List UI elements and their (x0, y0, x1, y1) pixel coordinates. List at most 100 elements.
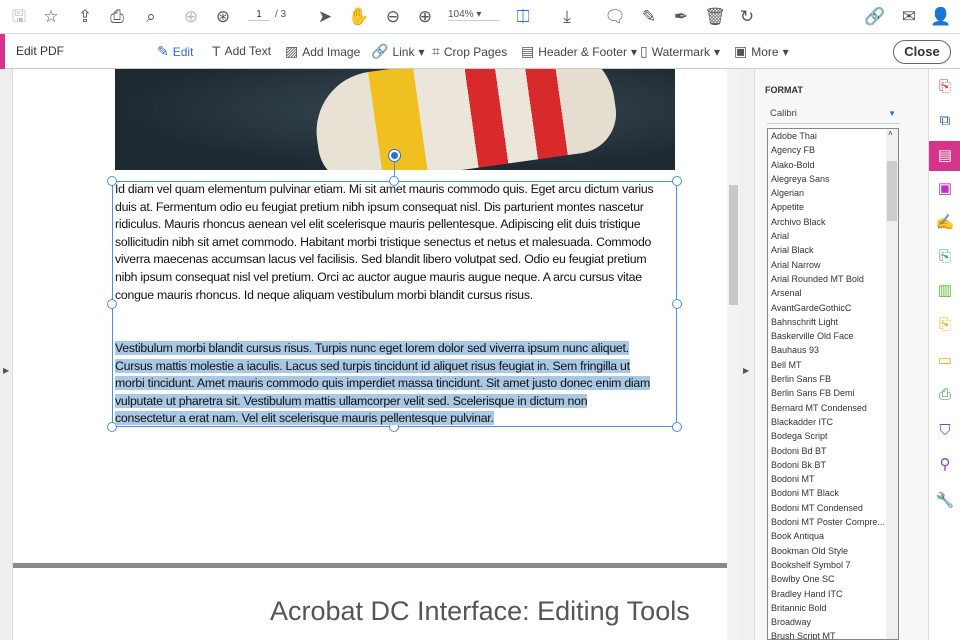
font-option[interactable]: Bahnschrift Light (768, 315, 898, 329)
font-option[interactable]: Arial Narrow (768, 258, 898, 272)
paragraph-1[interactable]: Id diam vel quam elementum pulvinar etia… (115, 181, 654, 304)
comment-icon[interactable]: 🗨 (604, 6, 626, 28)
font-option[interactable]: Brush Script MT (768, 629, 898, 639)
font-option[interactable]: Alako-Bold (768, 158, 898, 172)
font-option[interactable]: Arsenal (768, 286, 898, 300)
more-tools-icon[interactable]: 🔧 (933, 489, 957, 513)
line-text: consectetur a erat nam. Vel elit sceleri… (115, 411, 494, 426)
font-option[interactable]: Archivo Black (768, 215, 898, 229)
font-option[interactable]: Arial Rounded MT Bold (768, 272, 898, 286)
zoom-in-icon[interactable]: ⊕ (414, 6, 436, 28)
font-option[interactable]: Berlin Sans FB Demi (768, 386, 898, 400)
next-page-icon[interactable]: ⊛ (212, 6, 234, 28)
font-option[interactable]: Bookman Old Style (768, 544, 898, 558)
resize-handle[interactable] (672, 176, 682, 186)
stamp-icon[interactable]: ⚲ (933, 453, 957, 477)
document-scrollbar[interactable] (727, 69, 740, 640)
edit-icon: ✎ (157, 43, 169, 59)
font-option[interactable]: Bradley Hand ITC (768, 587, 898, 601)
font-dropdown-list[interactable]: Adobe Thai Agency FB Alako-Bold Alegreya Sa… (767, 128, 899, 640)
right-panel-toggle[interactable]: ▶ (740, 69, 755, 640)
comment-icon[interactable]: ▭ (933, 349, 957, 373)
font-option[interactable]: Berlin Sans FB (768, 372, 898, 386)
link-button[interactable]: 🔗 Link ▾ (371, 43, 424, 60)
font-option[interactable]: Bodega Script (768, 429, 898, 443)
rotate-icon[interactable]: ↻ (736, 6, 758, 28)
header-footer-button[interactable]: ▤ Header & Footer ▾ (521, 43, 637, 60)
zoom-select[interactable]: 104% ▾ (448, 9, 500, 21)
font-option[interactable]: Arial Black (768, 243, 898, 257)
prev-page-icon[interactable]: ⊕ (180, 6, 202, 28)
email-icon[interactable]: ✉ (898, 6, 920, 28)
font-option[interactable]: Bodoni MT (768, 472, 898, 486)
font-list-scrollbar[interactable]: ˄ (886, 129, 898, 639)
font-family-select[interactable]: Calibri ▼ (767, 106, 900, 124)
search-icon[interactable]: ⌕ (140, 6, 162, 28)
font-option[interactable]: Arial (768, 229, 898, 243)
font-option[interactable]: Bauhaus 93 (768, 343, 898, 357)
fill-sign-icon[interactable]: ✍ (933, 211, 957, 235)
font-option[interactable]: Bell MT (768, 358, 898, 372)
font-option[interactable]: Bodoni Bd BT (768, 444, 898, 458)
send-for-review-icon[interactable]: ⎘ (933, 245, 957, 269)
font-option[interactable]: Appetite (768, 200, 898, 214)
highlight-icon[interactable]: ✎ (638, 6, 660, 28)
font-list-scroll-thumb[interactable] (887, 161, 897, 221)
protect-shield-icon[interactable]: ⛉ (933, 419, 957, 443)
save-icon[interactable]: 🖫 (8, 6, 30, 28)
resize-handle[interactable] (672, 299, 682, 309)
tool-title: Edit PDF (16, 44, 65, 58)
watermark-button[interactable]: ▯ Watermark ▾ (640, 43, 720, 60)
combine-files-icon[interactable]: ⧉ (933, 109, 957, 133)
font-option[interactable]: Broadway (768, 615, 898, 629)
font-option[interactable]: Britannic Bold (768, 601, 898, 615)
font-option[interactable]: AvantGardeGothicC (768, 301, 898, 315)
font-option[interactable]: Alegreya Sans (768, 172, 898, 186)
font-option[interactable]: Adobe Thai (768, 129, 898, 143)
font-option[interactable]: Bodoni MT Condensed (768, 501, 898, 515)
font-option[interactable]: Bodoni MT Poster Compre... (768, 515, 898, 529)
export-pdf-icon[interactable]: ▣ (933, 177, 957, 201)
page-number-input[interactable]: 1 (248, 9, 270, 21)
watermark-icon: ▯ (640, 43, 648, 59)
share-comment-icon[interactable]: ⎘ (933, 313, 957, 337)
edit-button[interactable]: ✎ Edit (157, 43, 193, 60)
rotate-handle[interactable] (389, 150, 400, 161)
close-button[interactable]: Close (893, 40, 951, 64)
scrollbar-thumb[interactable] (729, 185, 738, 305)
font-option[interactable]: Algerian (768, 186, 898, 200)
edit-pdf-icon[interactable]: ▤ (929, 141, 960, 171)
font-option[interactable]: Agency FB (768, 143, 898, 157)
delete-icon[interactable]: 🗑 (704, 6, 726, 28)
resize-handle[interactable] (672, 422, 682, 432)
zoom-out-icon[interactable]: ⊖ (382, 6, 404, 28)
scroll-mode-icon[interactable]: ⤓ (556, 6, 578, 28)
font-option[interactable]: Bookshelf Symbol 7 (768, 558, 898, 572)
crop-pages-button[interactable]: ⌗ Crop Pages (432, 43, 507, 60)
organize-pages-icon[interactable]: ▥ (933, 279, 957, 303)
font-option[interactable]: Book Antiqua (768, 529, 898, 543)
left-panel-toggle[interactable]: ▶ (0, 69, 13, 640)
paragraph-2-selected[interactable]: Vestibulum morbi blandit cursus risus. T… (115, 340, 650, 428)
add-text-button[interactable]: T Add Text (212, 43, 271, 59)
add-image-button[interactable]: ▨ Add Image (285, 43, 360, 60)
select-arrow-icon[interactable]: ➤ (314, 6, 336, 28)
font-option[interactable]: Bodoni MT Black (768, 486, 898, 500)
print-icon[interactable]: ⎙ (106, 6, 128, 28)
sign-icon[interactable]: ✒ (670, 6, 692, 28)
font-option[interactable]: Bernard MT Condensed (768, 401, 898, 415)
scroll-up-icon[interactable]: ˄ (888, 129, 893, 138)
share-link-icon[interactable]: 🔗 (864, 6, 886, 28)
font-option[interactable]: Bowlby One SC (768, 572, 898, 586)
create-pdf-icon[interactable]: ⎘ (933, 75, 957, 99)
print-production-icon[interactable]: ⎙ (933, 383, 957, 407)
hand-icon[interactable]: ✋ (348, 6, 370, 28)
add-user-icon[interactable]: 👤 (930, 6, 952, 28)
star-icon[interactable]: ☆ (40, 6, 62, 28)
more-button[interactable]: ▣ More ▾ (734, 43, 789, 60)
font-option[interactable]: Blackadder ITC (768, 415, 898, 429)
upload-cloud-icon[interactable]: ⇪ (74, 6, 96, 28)
font-option[interactable]: Baskerville Old Face (768, 329, 898, 343)
fit-page-icon[interactable]: ⎅ (512, 6, 534, 28)
font-option[interactable]: Bodoni Bk BT (768, 458, 898, 472)
